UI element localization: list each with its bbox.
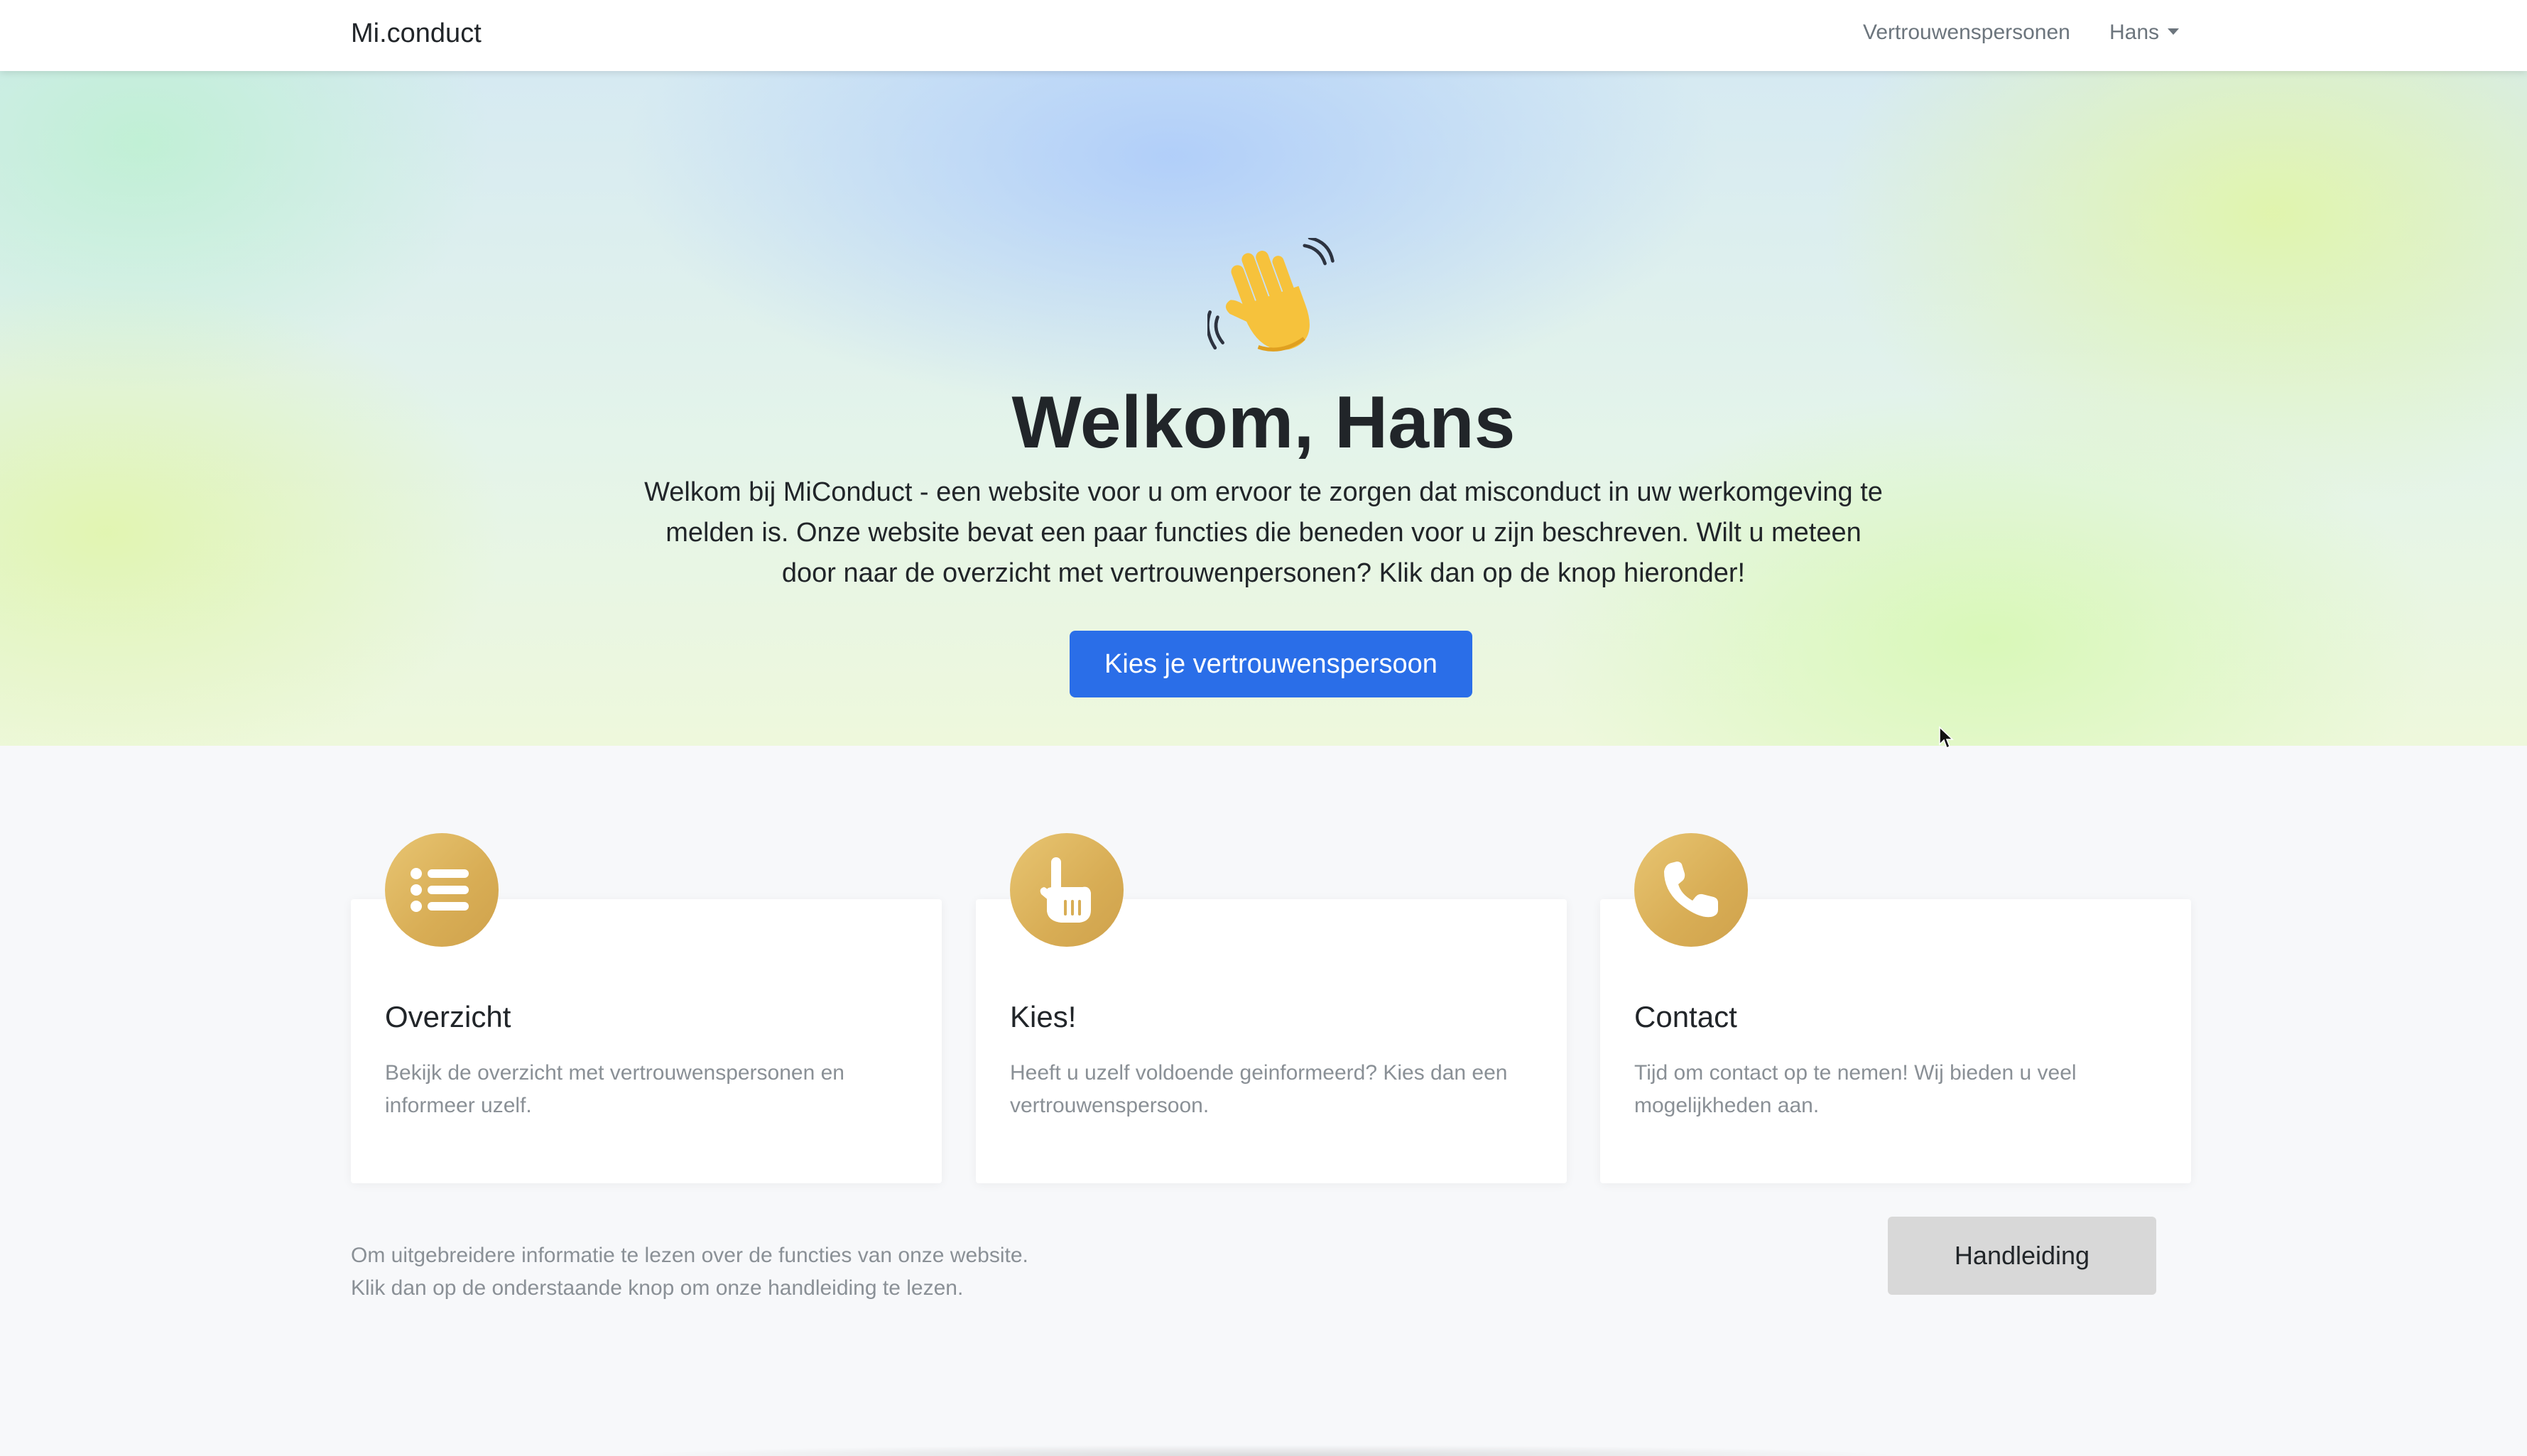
nav-link-vertrouwenspersonen[interactable]: Vertrouwenspersonen [1863, 16, 2070, 50]
mouse-cursor-icon [1939, 726, 1954, 749]
navbar: Mi.conduct Vertrouwenspersonen Hans [0, 0, 2527, 71]
feature-text: Tijd om contact op te nemen! Wij bieden … [1634, 1061, 2077, 1117]
hero-title: Welkom, Hans [1011, 381, 1516, 464]
caret-down-icon [2168, 28, 2180, 35]
list-icon [385, 833, 499, 947]
user-menu-label: Hans [2109, 21, 2160, 44]
feature-title: Overzicht [385, 1000, 511, 1033]
manual-button[interactable]: Handleiding [1888, 1217, 2156, 1295]
hero-section: Welkom, Hans Welkom bij MiConduct - een … [0, 71, 2527, 749]
phone-icon [1634, 833, 1748, 947]
hero-description: Welkom bij MiConduct - een website voor … [644, 477, 1883, 588]
info-line-2: Klik dan op de onderstaande knop om onze… [351, 1276, 964, 1300]
user-menu-dropdown[interactable]: Hans [2109, 16, 2180, 50]
info-line-1: Om uitgebreidere informatie te lezen ove… [351, 1244, 1028, 1267]
brand-logo[interactable]: Mi.conduct [351, 14, 482, 53]
feature-text: Heeft u uzelf voldoende geinformeerd? Ki… [1010, 1061, 1508, 1117]
footer-shadow [462, 1428, 2067, 1456]
manual-info-text: Om uitgebreidere informatie te lezen ove… [351, 1239, 1345, 1305]
feature-text: Bekijk de overzicht met vertrouwensperso… [385, 1061, 844, 1117]
pointing-hand-icon [1010, 833, 1124, 947]
feature-title: Kies! [1010, 1000, 1077, 1033]
choose-trust-person-button[interactable]: Kies je vertrouwenspersoon [1070, 631, 1472, 697]
feature-title: Contact [1634, 1000, 1737, 1033]
waving-hand-icon [1207, 238, 1335, 352]
